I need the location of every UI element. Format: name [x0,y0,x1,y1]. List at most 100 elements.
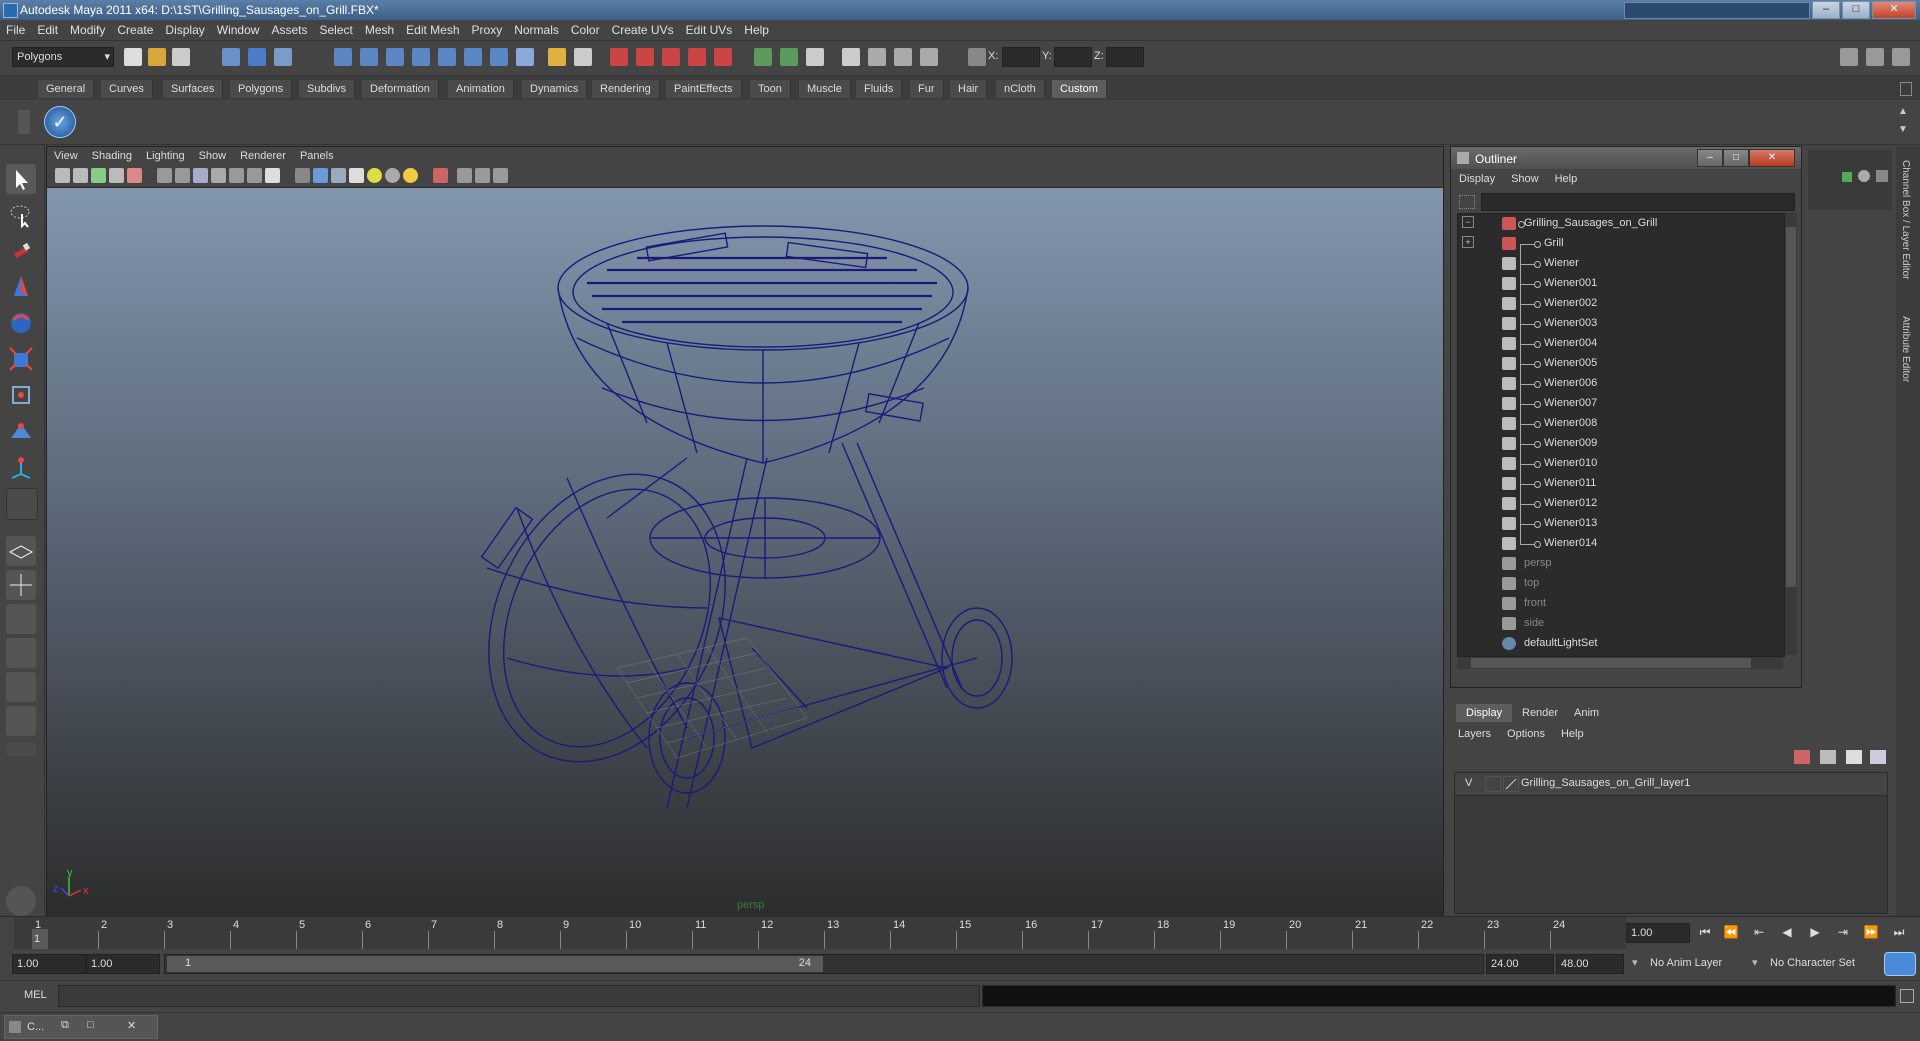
outliner-item[interactable]: Wiener013 [1458,514,1784,534]
menu-display[interactable]: Display [159,20,210,37]
xray-icon[interactable] [457,168,472,183]
menu-select[interactable]: Select [313,20,358,37]
shelf-tab-dynamics[interactable]: Dynamics [522,80,588,98]
shelf-tab-subdivs[interactable]: Subdivs [299,80,356,98]
viewport-menu-lighting[interactable]: Lighting [139,147,192,162]
toggle-panel-icon[interactable] [1840,48,1858,66]
paint-select-tool-icon[interactable] [6,236,36,266]
outliner-minimize-button[interactable]: – [1697,149,1723,167]
filter-toggle-icon[interactable] [1459,195,1475,209]
channel-green-icon[interactable] [1842,172,1852,182]
menu-normals[interactable]: Normals [508,20,565,37]
menu-edit[interactable]: Edit [31,20,64,37]
outliner-horizontal-scrollbar[interactable] [1457,657,1783,669]
outliner-item[interactable]: persp [1458,554,1784,574]
z-field[interactable] [1106,47,1144,67]
layer-row[interactable]: V Grilling_Sausages_on_Grill_layer1 [1455,773,1887,796]
outliner-item[interactable]: Wiener009 [1458,434,1784,454]
maximize-icon[interactable]: □ [87,1019,94,1031]
shadows-icon[interactable] [385,168,400,183]
rotate-tool-icon[interactable] [6,308,36,338]
help-search-input[interactable] [1624,2,1810,19]
command-language-label[interactable]: MEL [24,989,47,1001]
outliner-filter-input[interactable] [1481,193,1795,211]
layout-hypershade-icon[interactable] [6,672,36,702]
outliner-vertical-scrollbar[interactable] [1785,213,1797,655]
lasso-tool-icon[interactable] [6,200,36,230]
range-slider-bar[interactable]: 1 24 [167,956,823,972]
default-light-icon[interactable] [403,168,418,183]
isolate-select-icon[interactable] [433,168,448,183]
textured-icon[interactable] [349,168,364,183]
shelf-tab-toon[interactable]: Toon [750,80,791,98]
outliner-item[interactable]: Wiener003 [1458,314,1784,334]
outliner-item[interactable]: Wiener007 [1458,394,1784,414]
outliner-item[interactable]: Wiener012 [1458,494,1784,514]
channel-box-tab[interactable]: Channel Box / Layer Editor [1900,160,1911,280]
snap-grid-icon[interactable] [334,48,352,66]
layer-menu-options[interactable]: Options [1499,726,1553,740]
2d-pan-zoom-icon[interactable] [127,168,142,183]
xray-components-icon[interactable] [493,168,508,183]
viewport-menu-show[interactable]: Show [192,147,234,162]
quick-rename-icon[interactable] [780,48,798,66]
outliner-item[interactable]: Wiener010 [1458,454,1784,474]
shelf-tab-polygons[interactable]: Polygons [230,80,293,98]
expand-toggle-icon[interactable]: − [1462,216,1474,228]
command-input[interactable] [58,985,980,1007]
layout-persp-outliner-icon[interactable] [6,604,36,634]
help-icon[interactable] [516,48,534,66]
maximize-button[interactable]: □ [1842,1,1870,19]
step-back-frame-button[interactable]: ⇤ [1750,923,1768,941]
outliner-item[interactable]: defaultLightSet [1458,634,1784,654]
image-plane-icon[interactable] [109,168,124,183]
layer-tab-display[interactable]: Display [1456,704,1513,722]
select-tool-icon[interactable] [6,164,36,194]
script-editor-icon[interactable] [1900,989,1914,1003]
smooth-shade-icon[interactable] [313,168,328,183]
field-chart-icon[interactable] [229,168,244,183]
new-layer-selected-icon[interactable] [1794,750,1810,764]
playback-start-field[interactable]: 1.00 [86,954,160,974]
open-scene-icon[interactable] [148,48,166,66]
outliner-scroll-thumb[interactable] [1786,227,1796,587]
playback-end-field[interactable]: 24.00 [1486,954,1554,974]
close-icon[interactable]: ✕ [127,1019,136,1032]
outliner-item[interactable]: Wiener008 [1458,414,1784,434]
outliner-item[interactable]: Wiener006 [1458,374,1784,394]
current-time-field[interactable]: 1.00 [1626,923,1690,943]
layer-tab-anim[interactable]: Anim [1564,704,1609,722]
menu-edit-mesh[interactable]: Edit Mesh [400,20,465,37]
layer-visibility-toggle[interactable]: V [1465,777,1472,789]
show-attribute-editor-icon[interactable] [842,48,860,66]
layout-persp-graph-icon[interactable] [6,638,36,668]
xray-joints-icon[interactable] [475,168,490,183]
animation-start-field[interactable]: 1.00 [12,954,86,974]
minimize-button[interactable]: – [1812,1,1840,19]
expand-toggle-icon[interactable]: + [1462,236,1474,248]
menu-help[interactable]: Help [738,20,775,37]
layout-four-icon[interactable] [6,570,36,600]
scale-tool-icon[interactable] [6,344,36,374]
shelf-tab-muscle[interactable]: Muscle [799,80,851,98]
menu-color[interactable]: Color [565,20,606,37]
minimized-window-tab[interactable]: C... ⧉ □ ✕ [4,1015,158,1039]
hypershade-icon[interactable] [688,48,706,66]
outliner-menu-help[interactable]: Help [1547,171,1586,185]
channel-sphere-icon[interactable] [1858,170,1870,182]
snap-curve-icon[interactable] [360,48,378,66]
bookmarks-icon[interactable] [91,168,106,183]
move-tool-icon[interactable] [6,272,36,302]
select-hierarchy-icon[interactable] [222,48,240,66]
channel-pin-icon[interactable] [1876,170,1888,182]
render-view-icon[interactable] [714,48,732,66]
menu-set-dropdown[interactable]: Polygons ▾ [12,47,114,67]
show-hide-sidebar-icon[interactable] [806,48,824,66]
character-set-dropdown[interactable]: No Character Set [1766,954,1882,972]
construction-history-icon[interactable] [574,48,592,66]
shelf-tab-painteffects[interactable]: PaintEffects [666,80,742,98]
wireframe-icon[interactable] [295,168,310,183]
outliner-menu-display[interactable]: Display [1451,171,1503,185]
use-all-lights-icon[interactable] [367,168,382,183]
save-scene-icon[interactable] [172,48,190,66]
